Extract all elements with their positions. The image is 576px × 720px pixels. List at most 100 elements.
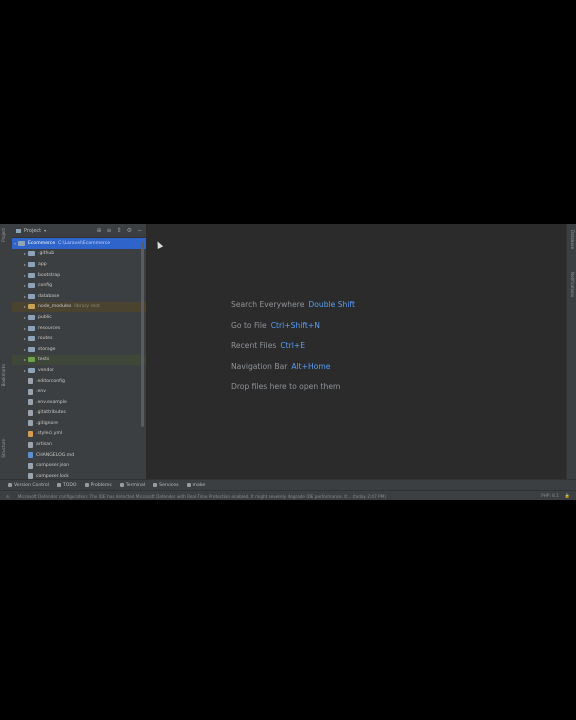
tree-item[interactable]: ▸ routes [12,333,146,344]
tree-item[interactable]: .env.example [12,397,146,408]
folder-icon [28,293,35,299]
status-warning-icon[interactable]: ⚠ [6,494,10,499]
tree-item[interactable]: ▸ public [12,312,146,323]
services-icon [153,483,158,487]
folder-icon [28,251,35,257]
lock-icon[interactable]: 🔒 [565,493,570,499]
folder-icon [28,325,35,331]
tree-item[interactable]: artisan [12,439,146,450]
tool-label: make [192,482,206,488]
hint-search-everywhere: Search Everywhere Double Shift [231,300,355,309]
warning-icon [84,483,89,487]
tree-item[interactable]: .gitignore [12,418,146,429]
locate-icon[interactable]: ⊕ [96,227,101,234]
collapse-all-icon[interactable]: ≡ [107,227,112,234]
tree-item-label: vendor [38,367,55,373]
tree-item-label: .styleci.yml [36,431,63,437]
tree-item[interactable]: ▸ .github [12,249,146,260]
folder-icon [28,283,35,289]
left-strip-bookmarks-tab[interactable]: Bookmarks [1,364,6,386]
tree-item[interactable]: .editorconfig [12,376,146,387]
right-strip-notifications-tab[interactable]: Notifications [570,272,575,297]
tree-item[interactable]: ▸ resources [12,323,146,334]
folder-icon [28,336,35,342]
project-folder-icon [16,228,21,233]
hint-go-to-file: Go to File Ctrl+Shift+N [231,321,320,330]
tree-item-label: .editorconfig [36,378,65,384]
hint-label: Recent Files [231,341,277,350]
make-icon [186,483,191,487]
tree-item[interactable]: ▸ tests [12,354,146,366]
project-panel-header: Project ▾ ⊕ ≡ ⇕ ⚙ − [12,224,146,238]
tool-todo[interactable]: TODO [56,482,77,488]
tree-item-label: storage [38,346,56,352]
tool-label: Terminal [125,482,146,488]
tool-window-bar: Version Control TODO Problems Terminal S… [0,479,576,490]
tree-root-ecommerce[interactable]: ▾ Ecommerce C:\Laravel\Ecommerce [12,238,146,249]
tree-item[interactable]: ▸ node_modules library root [12,301,146,313]
tool-services[interactable]: Services [153,482,179,488]
tree-item[interactable]: .styleci.yml [12,429,146,440]
tree-root-name: Ecommerce [28,240,56,246]
tree-item[interactable]: .gitattributes [12,408,146,419]
right-strip-database-tab[interactable]: Database [570,230,575,249]
tree-item[interactable]: .env [12,386,146,397]
tool-label: Services [159,482,179,488]
tree-item-label: node_modules [38,304,72,310]
tree-item[interactable]: composer.json [12,460,146,471]
editor-empty-area[interactable]: Search Everywhere Double Shift Go to File… [147,224,567,479]
terminal-icon [119,483,124,487]
left-strip-project-tab[interactable]: Project [1,228,6,242]
file-icon [28,409,33,416]
file-icon [28,420,33,427]
tree-item-label: composer.json [36,463,70,469]
tree-item[interactable]: ▸ storage [12,344,146,355]
tree-item[interactable]: ▸ bootstrap [12,270,146,281]
tree-item[interactable]: ▸ database [12,291,146,302]
tree-item[interactable]: ▸ config [12,280,146,291]
tree-item-label: tests [38,357,50,363]
file-icon [28,441,33,448]
hint-shortcut: Alt+Home [291,362,331,371]
status-message[interactable]: Microsoft Defender configuration: The ID… [18,494,541,499]
project-tree: ▾ Ecommerce C:\Laravel\Ecommerce ▸ .githu… [12,238,146,479]
file-icon [28,462,33,469]
left-strip-structure-tab[interactable]: Structure [1,439,6,458]
folder-icon [28,261,35,267]
project-scrollbar[interactable] [141,242,144,427]
tree-root-path: C:\Laravel\Ecommerce [58,240,111,246]
tree-item[interactable]: ▸ vendor [12,365,146,376]
tree-item[interactable]: ▸ app [12,259,146,270]
hint-label: Drop files here to open them [231,382,341,391]
expand-icon[interactable]: ⇕ [117,227,122,234]
tree-item-label: artisan [36,442,52,448]
project-panel: Project ▾ ⊕ ≡ ⇕ ⚙ − ▾ Ecommerce C:\Larav… [12,224,147,479]
tool-label: Problems [90,482,112,488]
tool-label: TODO [62,482,77,488]
tool-problems[interactable]: Problems [84,482,112,488]
hint-shortcut: Ctrl+E [280,341,306,350]
hide-icon[interactable]: − [137,227,142,234]
right-tool-strip: Database Notifications [566,224,576,479]
ide-window: Project Bookmarks Structure Project ▾ ⊕ … [0,224,576,500]
folder-icon [28,346,35,352]
file-icon [28,452,33,459]
tree-item-label: CHANGELOG.md [36,452,75,458]
hint-label: Navigation Bar [231,362,288,371]
tool-terminal[interactable]: Terminal [119,482,146,488]
tree-item-label: resources [38,325,61,331]
tree-item-label: database [38,293,60,299]
hint-label: Go to File [231,321,267,330]
hint-shortcut: Ctrl+Shift+N [270,321,320,330]
tree-item[interactable]: composer.lock [12,471,146,479]
tool-version-control[interactable]: Version Control [8,483,49,488]
tree-item-label: .gitignore [36,420,58,426]
project-view-selector[interactable]: Project [24,228,41,234]
gear-icon[interactable]: ⚙ [127,227,132,234]
tree-item-note: library root [74,304,100,310]
chevron-down-icon[interactable]: ▾ [44,228,46,233]
tree-item[interactable]: CHANGELOG.md [12,450,146,461]
tool-make[interactable]: make [186,482,206,488]
php-version[interactable]: PHP: 8.1 [541,493,559,499]
tree-item-label: config [38,283,53,289]
